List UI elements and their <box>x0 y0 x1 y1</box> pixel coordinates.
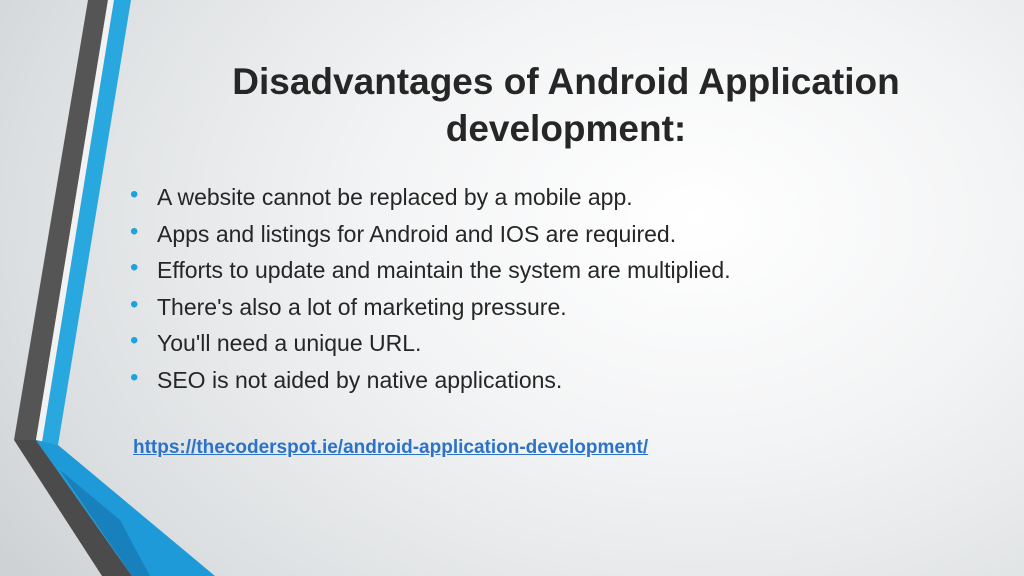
bullet-item: • There's also a lot of marketing pressu… <box>130 289 990 326</box>
reference-link[interactable]: https://thecoderspot.ie/android-applicat… <box>133 435 648 461</box>
bullet-text: You'll need a unique URL. <box>157 330 422 356</box>
bullet-item: • SEO is not aided by native application… <box>130 362 990 399</box>
bullet-item: • Apps and listings for Android and IOS … <box>130 216 990 253</box>
bullet-dot-icon: • <box>130 254 139 281</box>
bullet-text: Apps and listings for Android and IOS ar… <box>157 220 677 247</box>
bullet-dot-icon: • <box>130 217 139 245</box>
bullet-list: • A website cannot be replaced by a mobi… <box>130 179 990 398</box>
bullet-text: A website cannot be replaced by a mobile… <box>157 184 633 210</box>
slide-title: Disadvantages of Android Application dev… <box>232 61 900 149</box>
slide: Disadvantages of Android Application dev… <box>0 0 1024 576</box>
bullet-dot-icon: • <box>130 290 139 318</box>
bullet-dot-icon: • <box>130 327 139 354</box>
white-stripe <box>36 0 114 442</box>
bullet-item: • Efforts to update and maintain the sys… <box>130 252 990 289</box>
bullet-text: There's also a lot of marketing pressure… <box>157 293 567 320</box>
bullet-text: Efforts to update and maintain the syste… <box>157 257 731 283</box>
bullet-dot-icon: • <box>130 363 139 391</box>
bullet-item: • A website cannot be replaced by a mobi… <box>130 179 990 216</box>
bullet-text: SEO is not aided by native applications. <box>157 366 563 393</box>
bullet-item: • You'll need a unique URL. <box>130 325 990 362</box>
bullet-dot-icon: • <box>130 181 139 208</box>
